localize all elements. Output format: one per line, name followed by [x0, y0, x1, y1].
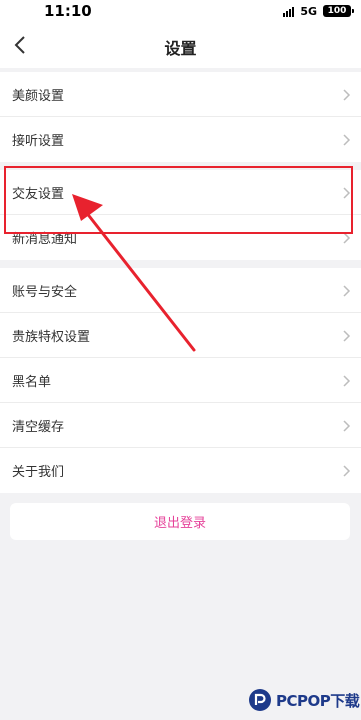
- watermark-text: PCPOP下载: [276, 691, 360, 710]
- page-title: 设置: [164, 39, 197, 58]
- chevron-right-icon: [343, 330, 351, 342]
- pcpop-logo-icon: [249, 689, 271, 711]
- setting-label: 关于我们: [12, 465, 65, 480]
- setting-label: 贵族特权设置: [12, 329, 91, 345]
- settings-group-1: 美颜设置 接听设置: [0, 72, 361, 162]
- status-indicators: 5G 100: [283, 4, 354, 18]
- chevron-right-icon: [343, 465, 351, 477]
- status-bar: 11:10 5G 100: [0, 0, 361, 22]
- setting-label: 清空缓存: [12, 419, 65, 435]
- setting-clear-cache[interactable]: 清空缓存: [0, 403, 361, 448]
- setting-blacklist[interactable]: 黑名单: [0, 358, 361, 403]
- setting-noble-privilege[interactable]: 贵族特权设置: [0, 313, 361, 358]
- setting-label: 接听设置: [12, 134, 65, 149]
- chevron-right-icon: [343, 285, 351, 297]
- setting-account-security[interactable]: 账号与安全: [0, 268, 361, 313]
- setting-label: 黑名单: [12, 374, 52, 390]
- battery-icon: 100: [323, 5, 354, 17]
- logout-label: 退出登录: [153, 516, 206, 531]
- status-time: 11:10: [44, 2, 92, 20]
- signal-icon: [283, 6, 295, 17]
- setting-beauty[interactable]: 美颜设置: [0, 72, 361, 117]
- setting-label: 账号与安全: [12, 284, 78, 300]
- chevron-right-icon: [343, 375, 351, 387]
- chevron-right-icon: [343, 420, 351, 432]
- setting-label: 美颜设置: [12, 88, 65, 104]
- chevron-right-icon: [343, 134, 351, 146]
- settings-group-3: 账号与安全 贵族特权设置 黑名单 清空缓存 关于我们: [0, 268, 361, 493]
- watermark: PCPOP下载: [248, 687, 360, 713]
- setting-answer[interactable]: 接听设置: [0, 117, 361, 162]
- chevron-right-icon: [343, 89, 351, 101]
- logout-button[interactable]: 退出登录: [10, 503, 350, 540]
- setting-about-us[interactable]: 关于我们: [0, 448, 361, 493]
- network-type: 5G: [300, 4, 317, 18]
- annotation-highlight-box: [4, 166, 353, 234]
- nav-bar: 设置: [0, 22, 361, 68]
